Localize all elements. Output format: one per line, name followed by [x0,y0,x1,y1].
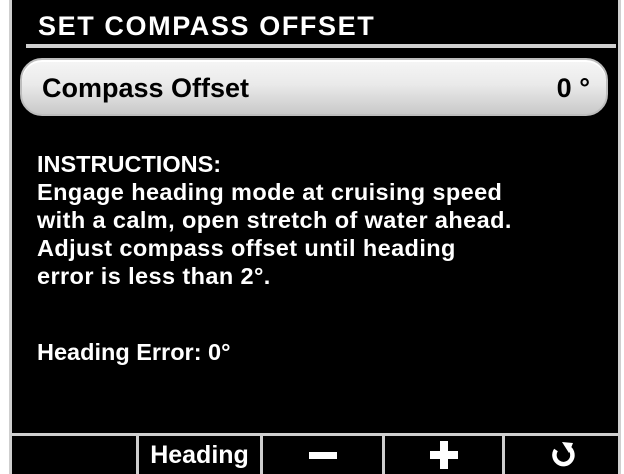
softkey-1-blank[interactable] [12,433,136,474]
compass-offset-label: Compass Offset [42,73,250,103]
instructions-line: with a calm, open stretch of water ahead… [37,207,512,233]
plus-icon [429,441,458,469]
title-bar: SET COMPASS OFFSET [12,6,618,48]
compass-offset-value: 0 ° [556,73,590,103]
instructions-line: Adjust compass offset until heading [37,235,456,261]
instructions-line: error is less than 2°. [37,263,271,289]
instructions-heading: INSTRUCTIONS: [37,151,222,177]
title-underline [26,44,616,48]
instructions-block: INSTRUCTIONS: Engage heading mode at cru… [37,150,609,290]
heading-softkey-label: Heading [150,441,249,469]
minus-icon [308,451,337,459]
instructions-line: Engage heading mode at cruising speed [37,179,503,205]
device-screen: SET COMPASS OFFSET Compass Offset 0 ° IN… [0,0,624,474]
compass-offset-field[interactable]: Compass Offset 0 ° [20,58,608,116]
rotate-back-icon [551,442,575,467]
decrease-softkey[interactable] [260,433,382,474]
back-softkey[interactable] [502,433,618,474]
heading-error-readout: Heading Error: 0° [37,339,231,365]
page-title: SET COMPASS OFFSET [38,11,376,41]
increase-softkey[interactable] [382,433,502,474]
softkey-bar: Heading [12,433,618,474]
heading-softkey[interactable]: Heading [136,433,260,474]
